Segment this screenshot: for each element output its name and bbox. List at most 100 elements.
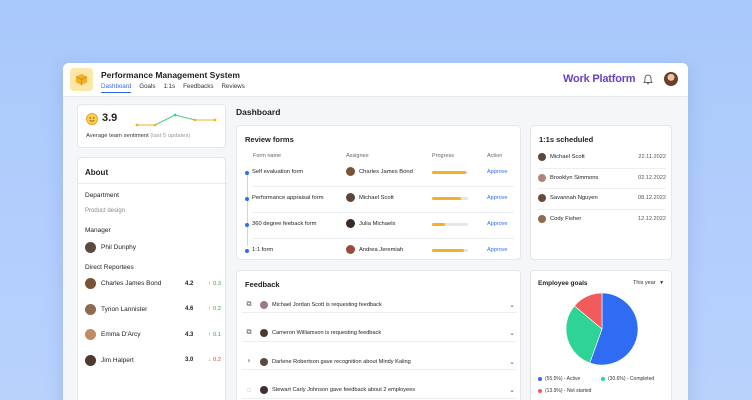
chevron-down-icon[interactable]: ⌄	[507, 301, 517, 309]
nav-goals[interactable]: Goals	[139, 83, 155, 93]
progress-bar	[432, 197, 468, 200]
avatar	[260, 300, 268, 309]
avatar	[85, 242, 96, 253]
reportees-label: Direct Reportees	[85, 264, 134, 271]
reportee-delta: ↑ 0.2	[203, 306, 221, 312]
feedback-row[interactable]: ◌ Stewart Carly Johnson gave feedback abo…	[242, 383, 517, 399]
assignee-name: Julia Michaels	[359, 220, 396, 227]
top-header: Performance Management System Dashboard …	[63, 63, 688, 97]
feedback-row[interactable]: ⧉ Michael Jordan Scott is requesting feed…	[242, 297, 517, 313]
timeline-dot	[245, 197, 249, 201]
form-name[interactable]: Performance appraisal form	[252, 195, 324, 201]
sentiment-sparkline	[135, 113, 217, 127]
avatar	[346, 167, 355, 176]
column-header-action: Action	[487, 153, 503, 159]
manager-entry[interactable]: Phil Dunphy	[85, 242, 221, 253]
column-header-form: Form name	[253, 153, 282, 159]
avatar	[260, 386, 268, 394]
timeline-dot	[245, 249, 249, 253]
avatar	[538, 173, 546, 182]
divider	[538, 167, 666, 169]
nav-reviews[interactable]: Reviews	[221, 83, 244, 93]
attendee-name: Michael Scott	[550, 154, 585, 160]
reportee-score: 3.0	[185, 357, 194, 363]
assignee-name: Charles James Bond	[359, 168, 413, 175]
goals-pie-chart	[565, 292, 639, 366]
feedback-text: Stewart Carly Johnson gave feedback abou…	[272, 387, 416, 393]
one-on-one-row[interactable]: Cody Fisher 12.12.2022	[538, 214, 666, 223]
recognition-icon: ♀	[246, 358, 252, 365]
attendee-name: Savannah Nguyen	[550, 195, 598, 201]
approve-link[interactable]: Approve	[487, 195, 508, 201]
progress-bar	[432, 223, 468, 226]
avatar	[260, 329, 268, 337]
avatar	[346, 193, 355, 202]
feedback-row[interactable]: ♀ Darlene Robertson gave recognition abou…	[242, 354, 517, 370]
chevron-down-icon[interactable]: ⌄	[507, 386, 517, 394]
app-logo	[70, 68, 93, 91]
reportee-name: Jim Halpert	[101, 356, 134, 364]
legend-swatch	[538, 377, 542, 381]
nav-feedbacks[interactable]: Feedbacks	[183, 83, 213, 93]
manager-label: Manager	[85, 227, 111, 234]
reportee-score: 4.6	[185, 306, 194, 312]
form-name[interactable]: 1:1 form	[252, 247, 273, 253]
one-on-one-row[interactable]: Michael Scott 22.11.2022	[538, 153, 666, 161]
assignee-name: Andrea Jeremiah	[359, 246, 404, 253]
feedback-text: Darlene Robertson gave recognition about…	[272, 358, 411, 365]
reportee-row[interactable]: Jim Halpert 3.0 ↓ 0.2	[85, 354, 221, 366]
column-header-progress: Progress	[432, 153, 455, 159]
progress-fill	[432, 197, 461, 200]
comment-icon: ◌	[246, 386, 252, 394]
about-title: About	[85, 168, 109, 177]
legend-swatch	[601, 377, 605, 381]
review-forms-title: Review forms	[245, 135, 294, 144]
reportee-row[interactable]: Tyrion Lannister 4.6 ↑ 0.2	[85, 303, 221, 315]
reportee-row[interactable]: Charles James Bond 4.2 ↑ 0.3	[85, 278, 221, 289]
avatar	[85, 329, 96, 340]
reportee-delta: ↓ 0.2	[203, 357, 221, 363]
assignee: Michael Scott	[346, 193, 394, 202]
reportee-row[interactable]: Emma D'Arcy 4.3 ↑ 0.1	[85, 329, 221, 340]
one-on-one-row[interactable]: Savannah Nguyen 08.12.2022	[538, 194, 666, 202]
approve-link[interactable]: Approve	[487, 221, 508, 227]
divider	[252, 212, 514, 213]
period-value: This year	[633, 280, 656, 286]
form-name[interactable]: Self evaluation form	[252, 169, 303, 175]
avatar	[346, 219, 355, 228]
timeline-dot	[245, 171, 249, 175]
one-on-one-row[interactable]: Brooklyn Simmons 02.12.2022	[538, 173, 666, 182]
meeting-date: 12.12.2022	[638, 215, 666, 222]
reportee-delta: ↑ 0.3	[203, 281, 221, 287]
page-title: Dashboard	[236, 107, 281, 117]
feedback-row[interactable]: ⧉ Cameron Williamson is requesting feedba…	[242, 326, 517, 342]
legend-label: (13.9%) - Not started	[545, 388, 592, 394]
chevron-down-icon[interactable]: ⌄	[507, 329, 517, 337]
reportee-name: Emma D'Arcy	[101, 331, 141, 338]
assignee: Julia Michaels	[346, 219, 395, 228]
bell-icon[interactable]	[643, 74, 653, 85]
feedback-text: Michael Jordan Scott is requesting feedb…	[272, 301, 382, 308]
legend-label: (30.6%) - Completed	[608, 376, 655, 382]
user-avatar[interactable]	[664, 72, 678, 86]
nav-one-on-ones[interactable]: 1:1s	[163, 83, 175, 93]
feedback-card: Feedback ⧉ Michael Jordan Scott is reques…	[236, 270, 521, 400]
app-title: Performance Management System	[101, 70, 240, 80]
sentiment-value: 3.9	[102, 112, 118, 124]
app-window: Performance Management System Dashboard …	[63, 63, 688, 400]
divider	[538, 188, 666, 189]
legend-item: (55.5%) - Active	[538, 376, 580, 382]
avatar	[85, 278, 96, 289]
form-name[interactable]: 360 degree feeback form	[252, 221, 316, 227]
box-icon	[75, 73, 88, 86]
approve-link[interactable]: Approve	[487, 169, 508, 175]
period-select[interactable]: This year ▼	[633, 280, 664, 286]
delta-value: 0.2	[212, 306, 221, 312]
reportee-name: Charles James Bond	[101, 280, 162, 287]
about-card: About Department Product design Manager …	[77, 157, 227, 400]
avatar	[346, 245, 355, 254]
approve-link[interactable]: Approve	[487, 247, 508, 253]
avatar	[85, 303, 96, 315]
nav-dashboard[interactable]: Dashboard	[101, 83, 132, 93]
chevron-down-icon[interactable]: ⌄	[507, 358, 517, 366]
